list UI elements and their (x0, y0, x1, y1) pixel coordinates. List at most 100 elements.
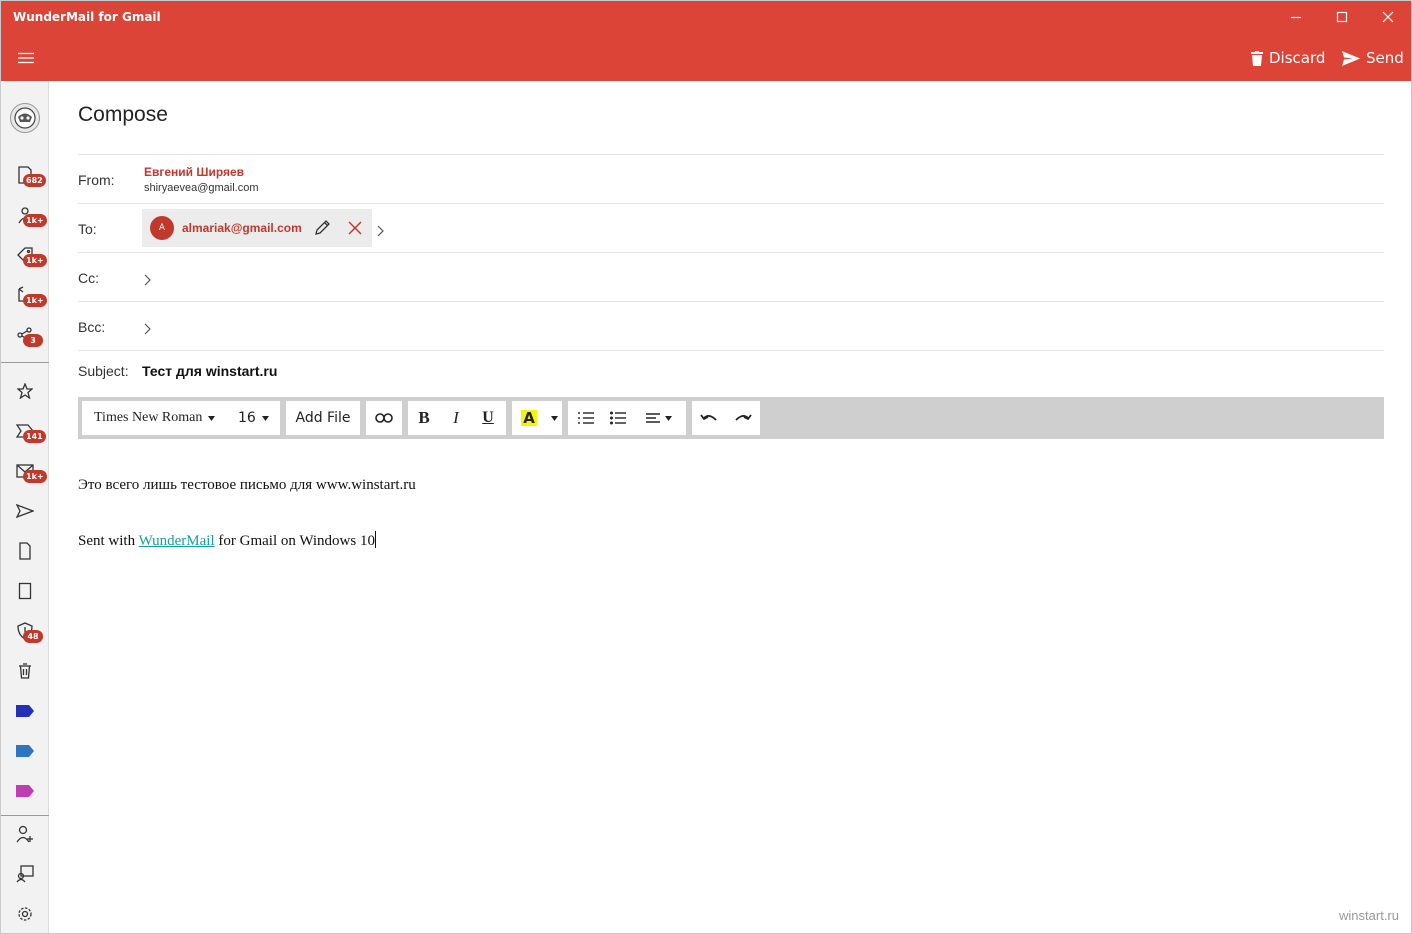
sidebar-item-trash[interactable] (1, 653, 49, 689)
sidebar-item-updates[interactable]: 1k+ (1, 277, 49, 313)
sidebar-item-feedback[interactable] (1, 856, 49, 892)
menu-button[interactable] (11, 45, 41, 71)
sidebar-item-drafts[interactable] (1, 533, 49, 569)
font-size-value: 16 (238, 410, 256, 426)
to-expand-button[interactable] (377, 222, 384, 241)
sidebar-item-social[interactable]: 1k+ (1, 197, 49, 233)
sidebar-label-1[interactable] (1, 693, 49, 729)
cc-label: Cc: (78, 270, 99, 286)
sidebar-item-add-account[interactable] (1, 816, 49, 852)
highlight-button[interactable]: A (512, 401, 546, 435)
link-icon (375, 413, 393, 423)
align-left-icon (646, 413, 660, 423)
sidebar-label-3[interactable] (1, 773, 49, 809)
signature-line: Sent with WunderMail for Gmail on Window… (78, 531, 376, 550)
send-label: Send (1366, 49, 1404, 67)
sidebar-label-2[interactable] (1, 733, 49, 769)
body-line: Это всего лишь тестовое письмо для www.w… (78, 477, 416, 493)
discard-label: Discard (1269, 49, 1326, 67)
to-label: To: (78, 221, 97, 237)
from-name[interactable]: Евгений Ширяев (144, 165, 244, 179)
bold-button[interactable]: B (408, 401, 440, 435)
signature-prefix: Sent with (78, 533, 139, 549)
sidebar-item-forums[interactable]: 3 (1, 317, 49, 353)
dropdown-arrow-icon (550, 415, 558, 421)
cc-expand-button[interactable] (144, 271, 151, 290)
font-family-select[interactable]: Times New Roman (82, 401, 224, 435)
minimize-icon (1291, 16, 1301, 19)
send-button[interactable]: Send (1342, 47, 1404, 69)
bullet-list-icon (610, 411, 626, 425)
header-bar: WunderMail for Gmail Discard Send (1, 1, 1411, 81)
bcc-expand-button[interactable] (144, 320, 151, 339)
sidebar-item-sent[interactable] (1, 493, 49, 529)
edit-recipient-button[interactable] (314, 219, 331, 240)
sidebar-item-notes[interactable] (1, 573, 49, 609)
undo-button[interactable] (692, 401, 726, 435)
numbered-list-button[interactable] (568, 401, 604, 435)
label-icon (16, 785, 34, 797)
undo-icon (700, 414, 717, 421)
insert-link-button[interactable] (366, 401, 402, 435)
account-avatar[interactable] (10, 103, 40, 133)
add-file-group: Add File (286, 401, 360, 435)
subject-input[interactable]: Тест для winstart.ru (142, 363, 277, 379)
dropdown-arrow-icon (208, 415, 216, 421)
close-icon (348, 221, 362, 235)
close-icon (1382, 11, 1394, 23)
text-caret (374, 531, 376, 548)
subject-row: Subject: Тест для winstart.ru (78, 350, 1384, 394)
sidebar-item-important[interactable]: 141 (1, 413, 49, 449)
feedback-icon (16, 865, 34, 883)
add-user-icon (16, 825, 33, 843)
italic-button[interactable]: I (440, 401, 472, 435)
underline-button[interactable]: U (472, 401, 504, 435)
chevron-right-icon (377, 225, 384, 237)
signature-suffix: for Gmail on Windows 10 (214, 533, 375, 549)
bcc-row[interactable]: Bcc: (78, 301, 1384, 350)
recipient-email: almariak@gmail.com (182, 221, 302, 235)
label-icon (16, 745, 34, 757)
redo-icon (735, 414, 752, 421)
inbox-badge: 682 (23, 174, 46, 187)
window-title: WunderMail for Gmail (13, 10, 161, 24)
discard-button[interactable]: Discard (1251, 47, 1325, 69)
hamburger-icon (18, 52, 34, 64)
compose-pane: Compose From: Евгений Ширяев shiryaevea@… (50, 81, 1411, 933)
from-email: shiryaevea@gmail.com (144, 182, 259, 194)
app-window: WunderMail for Gmail Discard Send 682 1k… (0, 0, 1412, 934)
to-row: To: A almariak@gmail.com (78, 203, 1384, 252)
recipient-chip[interactable]: A almariak@gmail.com (142, 209, 372, 247)
updates-badge: 1k+ (23, 294, 47, 307)
align-select[interactable] (632, 401, 686, 435)
add-file-button[interactable]: Add File (286, 401, 360, 435)
from-row: From: Евгений Ширяев shiryaevea@gmail.co… (78, 154, 1384, 203)
sidebar-item-spam[interactable]: 48 (1, 613, 49, 649)
bullet-list-button[interactable] (604, 401, 632, 435)
sidebar-item-inbox[interactable]: 682 (1, 157, 49, 193)
sidebar-item-promotions[interactable]: 1k+ (1, 237, 49, 273)
subject-label: Subject: (78, 363, 129, 379)
minimize-button[interactable] (1273, 1, 1319, 33)
sidebar-item-starred[interactable] (1, 373, 49, 409)
promotions-badge: 1k+ (23, 254, 47, 267)
sent-icon (16, 504, 34, 518)
redo-button[interactable] (726, 401, 760, 435)
pencil-icon (315, 220, 330, 235)
maximize-button[interactable] (1319, 1, 1365, 33)
label-icon (16, 705, 34, 717)
remove-recipient-button[interactable] (348, 220, 362, 239)
sidebar-item-settings[interactable] (1, 896, 49, 932)
trash-icon (1251, 50, 1263, 66)
numbered-list-icon (578, 412, 594, 424)
cc-row[interactable]: Cc: (78, 252, 1384, 301)
font-family-value: Times New Roman (94, 410, 203, 425)
font-size-select[interactable]: 16 (224, 401, 280, 435)
dropdown-arrow-icon (665, 415, 672, 421)
sidebar-item-all-mail[interactable]: 1k+ (1, 453, 49, 489)
close-window-button[interactable] (1365, 1, 1411, 33)
highlight-dropdown[interactable] (546, 401, 562, 435)
draft-icon (19, 542, 31, 560)
wundermail-link[interactable]: WunderMail (139, 533, 215, 549)
send-icon (1342, 50, 1360, 66)
